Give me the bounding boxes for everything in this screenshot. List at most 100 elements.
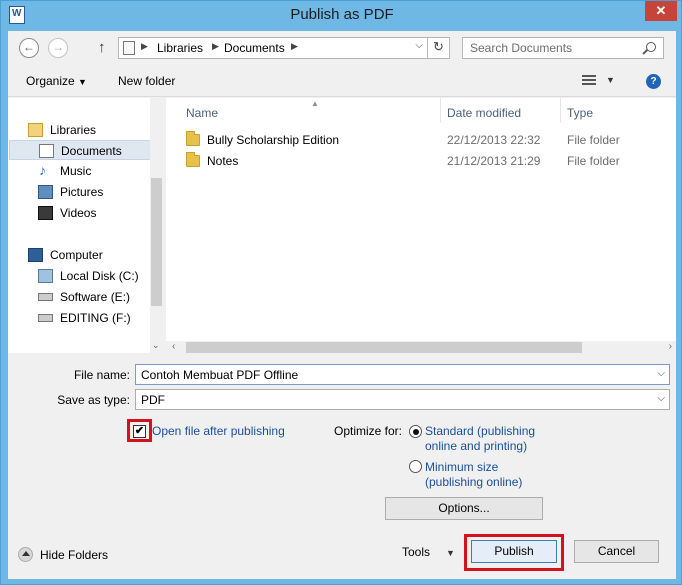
standard-label-line1[interactable]: Standard (publishing [425,424,535,438]
column-header-type[interactable]: Type [567,106,593,120]
forward-button[interactable]: → [48,38,68,58]
sidebar-item-software[interactable]: Software (E:) [8,287,150,307]
column-divider[interactable] [560,98,561,123]
scroll-left-arrow-icon[interactable]: ‹ [172,341,175,352]
navigation-scrollbar[interactable]: ⌄ [150,98,163,353]
scroll-down-arrow-icon[interactable]: ⌄ [152,340,160,351]
sidebar-item-label: Software (E:) [60,290,131,304]
save-type-label: Save as type: [57,393,130,407]
sidebar-item-pictures[interactable]: Pictures [8,182,150,202]
standard-label-line2[interactable]: online and printing) [425,439,527,453]
tools-menu[interactable]: Tools [402,545,430,559]
refresh-button[interactable]: ↻ [427,37,449,59]
collapse-up-icon [18,547,33,562]
file-date: 22/12/2013 22:32 [447,133,541,147]
scrollbar-thumb[interactable] [151,178,162,306]
scroll-right-arrow-icon[interactable]: › [669,341,672,352]
scrollbar-thumb[interactable] [186,342,582,353]
drive-icon [38,269,53,283]
breadcrumb-documents[interactable]: Documents [224,41,285,55]
column-header-date[interactable]: Date modified [447,106,521,120]
videos-icon [38,206,53,220]
file-row[interactable]: Notes 21/12/2013 21:29 File folder [166,151,676,171]
dialog-body: ← → ↑ ▶ Libraries ▶ Documents ▶ ⌵ ↻ Sear… [8,31,676,579]
new-folder-button[interactable]: New folder [118,74,175,88]
sidebar-item-label: Videos [60,206,97,220]
minimum-label-line2[interactable]: (publishing online) [425,475,522,489]
sidebar-item-local-disk[interactable]: Local Disk (C:) [8,266,150,286]
address-dropdown-icon[interactable]: ⌵ [415,40,423,51]
navigation-pane: Libraries Documents ♪ Music Pictures Vid… [8,98,163,353]
drive-icon [38,293,53,301]
file-list: ▲ Name Date modified Type Bully Scholars… [166,98,676,354]
optimize-label: Optimize for: [334,424,403,438]
open-after-label[interactable]: Open file after publishing [152,424,285,438]
address-bar[interactable]: ▶ Libraries ▶ Documents ▶ ⌵ ↻ [118,37,450,59]
sidebar-item-documents[interactable]: Documents [9,140,151,160]
file-name-value[interactable]: Contoh Membuat PDF Offline [141,368,298,382]
save-type-select[interactable]: PDF ⌵ [135,389,670,410]
up-button[interactable]: ↑ [98,39,106,56]
horizontal-scrollbar[interactable]: ‹ › [166,341,676,354]
sidebar-item-videos[interactable]: Videos [8,203,150,223]
sidebar-item-label: Computer [50,248,103,262]
close-button[interactable]: ✕ [645,1,677,21]
view-dropdown-icon[interactable]: ▼ [606,75,615,85]
save-type-value: PDF [141,393,165,407]
file-date: 21/12/2013 21:29 [447,154,541,168]
organize-menu[interactable]: Organize ▼ [26,74,87,88]
standard-radio[interactable] [409,425,422,438]
folder-icon [186,131,200,146]
file-name: Notes [207,154,239,168]
publish-dialog: Publish as PDF ✕ ← → ↑ ▶ Libraries ▶ Doc… [0,0,682,585]
publish-button[interactable]: Publish [471,540,557,563]
sidebar-item-label: Pictures [60,185,104,199]
hide-folders-label: Hide Folders [40,548,109,562]
open-after-checkbox[interactable]: ✔ [133,425,146,438]
window-title: Publish as PDF [290,6,394,23]
chevron-down-icon[interactable]: ⌵ [657,368,665,379]
chevron-right-icon[interactable]: ▶ [212,41,219,52]
documents-location-icon [123,41,135,55]
file-name-label: File name: [73,368,130,382]
sidebar-item-label: Documents [61,144,122,158]
title-bar[interactable]: Publish as PDF ✕ [1,1,682,31]
back-button[interactable]: ← [19,38,39,58]
search-input[interactable]: Search Documents [470,41,572,55]
minimum-label-line1[interactable]: Minimum size [425,460,498,474]
sidebar-item-libraries[interactable]: Libraries [8,120,150,140]
help-icon[interactable]: ? [646,74,661,89]
computer-icon [28,248,43,262]
search-icon[interactable] [646,42,656,52]
chevron-down-icon[interactable]: ⌵ [657,393,665,404]
music-icon: ♪ [39,162,46,178]
file-row[interactable]: Bully Scholarship Edition 22/12/2013 22:… [166,130,676,150]
tools-dropdown-icon[interactable]: ▼ [446,548,455,558]
options-button[interactable]: Options... [385,497,543,520]
chevron-right-icon[interactable]: ▶ [141,41,148,52]
folder-icon [186,152,200,167]
sidebar-item-editing[interactable]: EDITING (F:) [8,308,150,328]
breadcrumb-libraries[interactable]: Libraries [157,41,203,55]
sidebar-item-label: Music [60,164,92,178]
sidebar-item-music[interactable]: ♪ Music [8,161,150,181]
libraries-icon [28,123,43,137]
file-type: File folder [567,154,620,168]
command-bar: Organize ▼ New folder ▼ ? [8,67,676,97]
sort-ascending-icon: ▲ [311,99,319,108]
file-name-field[interactable]: Contoh Membuat PDF Offline ⌵ [135,364,670,385]
search-box[interactable]: Search Documents [462,37,664,59]
organize-label: Organize [26,74,75,88]
file-type: File folder [567,133,620,147]
minimum-size-radio[interactable] [409,460,422,473]
pictures-icon [38,185,53,199]
sidebar-item-computer[interactable]: Computer [8,245,150,265]
column-header-name[interactable]: Name [186,106,218,120]
chevron-right-icon[interactable]: ▶ [291,41,298,52]
cancel-button[interactable]: Cancel [574,540,659,563]
column-divider[interactable] [440,98,441,123]
file-name: Bully Scholarship Edition [207,133,340,147]
view-options-icon[interactable] [582,75,596,87]
sidebar-item-label: Libraries [50,123,97,137]
sidebar-item-label: Local Disk (C:) [60,269,139,283]
